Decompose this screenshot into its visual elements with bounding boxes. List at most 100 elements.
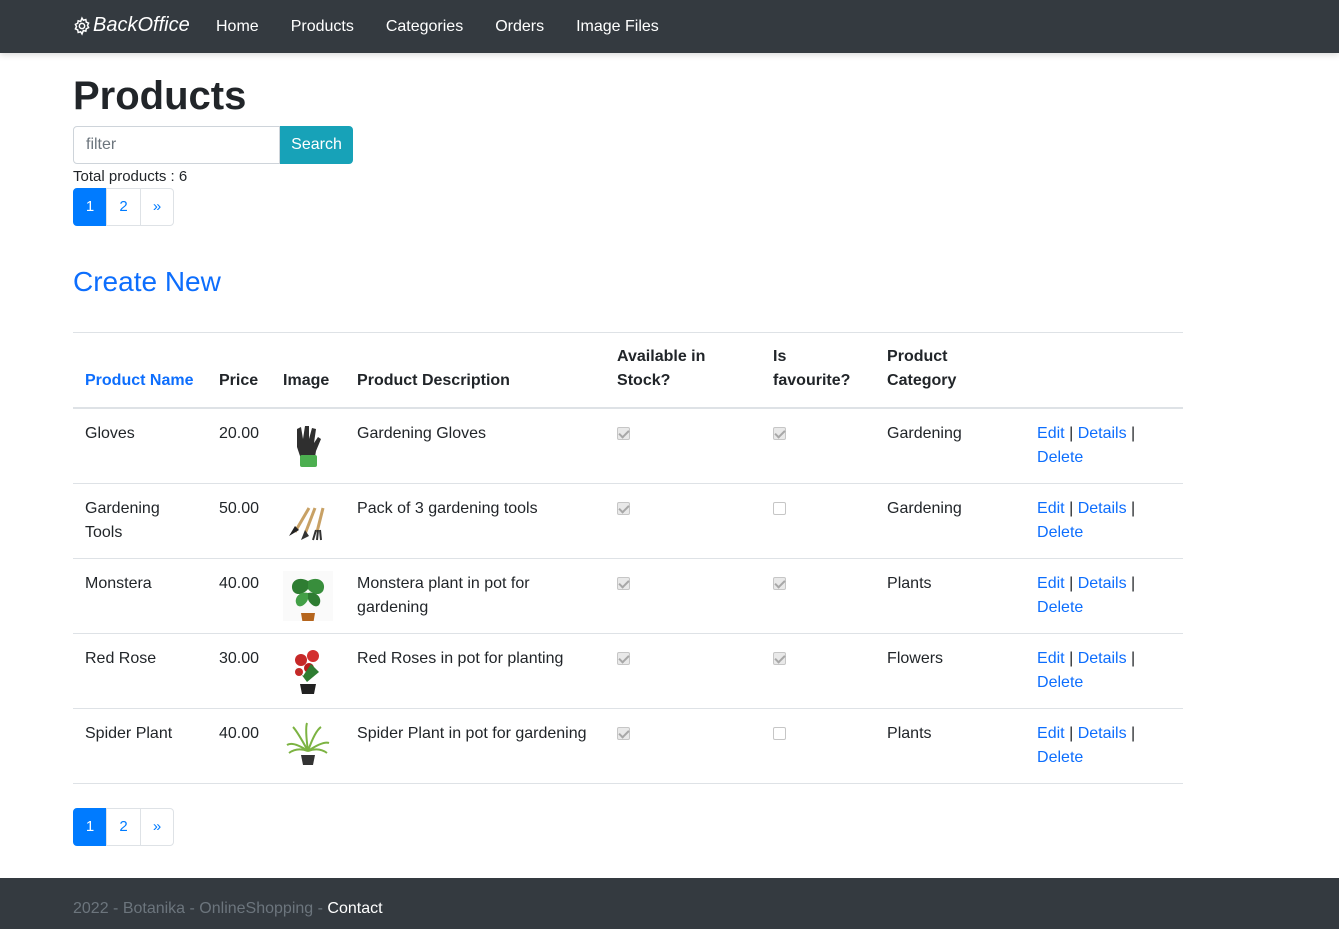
table-row: Spider Plant 40.00 Spider Plant in pot for… [73,708,1183,784]
footer: 2022 - Botanika - OnlineShopping - Conta… [0,878,1339,929]
category-cell: Plants [875,558,1026,634]
edit-link[interactable]: Edit [1037,500,1065,517]
edit-link[interactable]: Edit [1037,725,1065,742]
page-2-link[interactable]: 2 [106,188,141,226]
nav-links: Home Products Categories Orders Image Fi… [200,0,675,53]
nav-categories[interactable]: Categories [370,18,479,36]
header-category: Product Category [875,332,1026,409]
delete-link[interactable]: Delete [1037,524,1083,541]
stock-cell [605,633,762,709]
stock-checkbox [617,502,631,515]
product-name-cell: Gardening Tools [73,483,207,559]
create-new-link[interactable]: Create New [73,266,221,298]
pagination-top: 1 2 » [73,188,174,226]
nav-products[interactable]: Products [275,18,370,36]
separator: | [1131,500,1136,517]
search-button[interactable]: Search [280,126,353,164]
red-rose-thumbnail [283,646,333,696]
description-cell: Gardening Gloves [345,408,606,484]
page-title: Products [73,74,247,118]
delete-link[interactable]: Delete [1037,749,1083,766]
category-cell: Gardening [875,483,1026,559]
table-row: Gardening Tools 50.00 Pack of 3 gardening … [73,483,1183,559]
price-cell: 40.00 [207,558,272,634]
products-table: Product Name Price Image Product Descrip… [73,332,1183,784]
product-name-cell: Gloves [73,408,207,484]
gardening-tools-thumbnail [283,496,333,546]
pagination-bottom: 1 2 » [73,808,174,846]
favourite-checkbox [773,727,787,740]
favourite-cell [761,558,876,634]
favourite-cell [761,633,876,709]
image-cell [271,483,346,559]
stock-checkbox [617,427,631,440]
separator: | [1069,575,1074,592]
filter-input[interactable] [73,126,280,164]
favourite-checkbox [773,652,787,665]
category-cell: Gardening [875,408,1026,484]
page-2-link[interactable]: 2 [106,808,141,846]
edit-link[interactable]: Edit [1037,650,1065,667]
brand-label: BackOffice [93,14,190,36]
details-link[interactable]: Details [1078,725,1127,742]
details-link[interactable]: Details [1078,425,1127,442]
stock-checkbox [617,652,631,665]
favourite-checkbox [773,502,787,515]
description-cell: Pack of 3 gardening tools [345,483,606,559]
actions-cell: Edit | Details | Delete [1025,708,1183,784]
header-product-name[interactable]: Product Name [73,332,207,409]
nav-orders[interactable]: Orders [479,18,560,36]
spider-plant-thumbnail [283,721,333,771]
image-cell [271,633,346,709]
header-stock: Available in Stock? [605,332,762,409]
stock-cell [605,708,762,784]
delete-link[interactable]: Delete [1037,674,1083,691]
price-cell: 50.00 [207,483,272,559]
image-cell [271,408,346,484]
table-header-row: Product Name Price Image Product Descrip… [73,332,1183,409]
gear-icon [74,15,90,36]
separator: | [1069,500,1074,517]
edit-link[interactable]: Edit [1037,575,1065,592]
brand-link[interactable]: BackOffice [72,14,190,37]
separator: | [1131,425,1136,442]
stock-cell [605,408,762,484]
table-row: Gloves 20.00 Gardening Gloves Gardening Edit… [73,408,1183,484]
product-name-cell: Spider Plant [73,708,207,784]
favourite-checkbox [773,427,787,440]
favourite-cell [761,708,876,784]
details-link[interactable]: Details [1078,500,1127,517]
contact-link[interactable]: Contact [327,900,382,917]
separator: | [1069,650,1074,667]
details-link[interactable]: Details [1078,650,1127,667]
header-image: Image [271,332,346,409]
favourite-cell [761,483,876,559]
category-cell: Flowers [875,633,1026,709]
next-page-link[interactable]: » [140,808,174,846]
nav-home[interactable]: Home [200,18,275,36]
page-1-link[interactable]: 1 [73,188,107,226]
delete-link[interactable]: Delete [1037,449,1083,466]
actions-cell: Edit | Details | Delete [1025,633,1183,709]
monstera-thumbnail [283,571,334,633]
favourite-checkbox [773,577,787,590]
price-cell: 30.00 [207,633,272,709]
details-link[interactable]: Details [1078,575,1127,592]
actions-cell: Edit | Details | Delete [1025,408,1183,484]
sort-product-name-link[interactable]: Product Name [85,372,193,389]
separator: | [1131,575,1136,592]
stock-cell [605,558,762,634]
description-cell: Spider Plant in pot for gardening [345,708,606,784]
header-favourite: Is favourite? [761,332,876,409]
footer-text: 2022 - Botanika - OnlineShopping - Conta… [73,900,383,918]
nav-image-files[interactable]: Image Files [560,18,675,36]
header-actions [1025,332,1183,409]
edit-link[interactable]: Edit [1037,425,1065,442]
separator: | [1069,425,1074,442]
stock-checkbox [617,577,631,590]
page-1-link[interactable]: 1 [73,808,107,846]
next-page-link[interactable]: » [140,188,174,226]
separator: | [1069,725,1074,742]
separator: | [1131,725,1136,742]
delete-link[interactable]: Delete [1037,599,1083,616]
